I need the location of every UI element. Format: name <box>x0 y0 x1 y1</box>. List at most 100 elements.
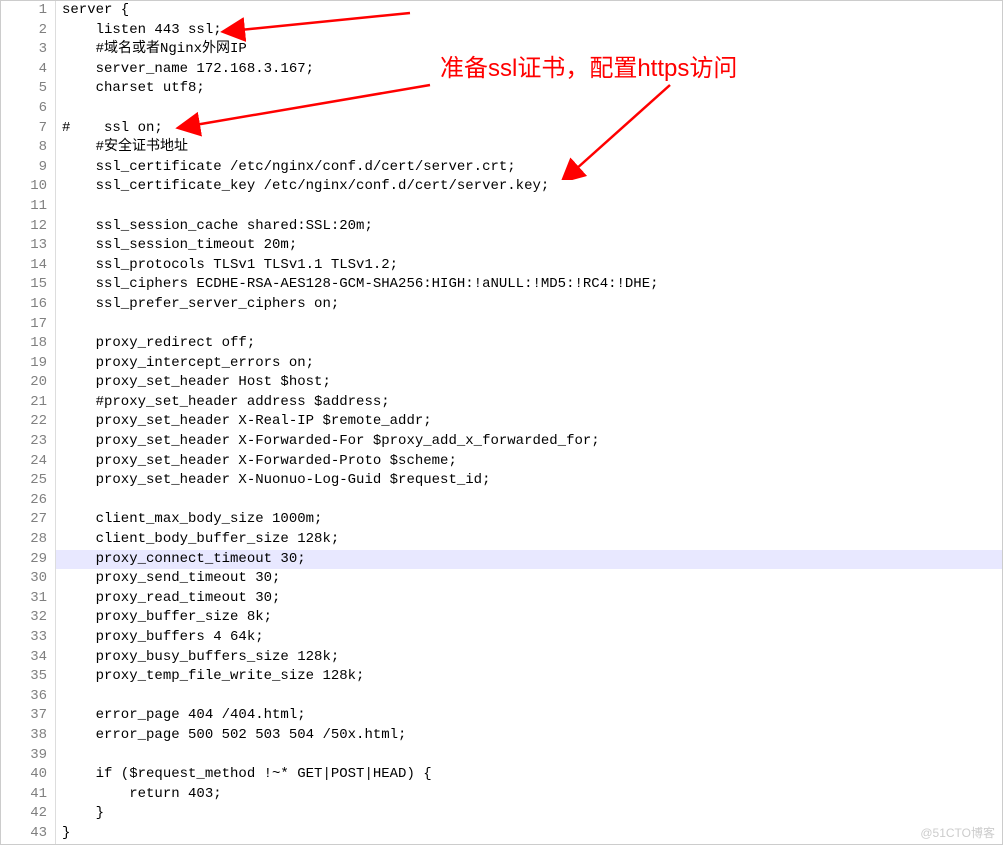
code-line[interactable]: 16 ssl_prefer_server_ciphers on; <box>1 295 1002 315</box>
code-text[interactable] <box>56 746 62 766</box>
code-text[interactable]: ssl_certificate /etc/nginx/conf.d/cert/s… <box>56 158 516 178</box>
code-text[interactable]: ssl_session_cache shared:SSL:20m; <box>56 217 373 237</box>
line-number: 15 <box>1 275 56 295</box>
code-line[interactable]: 4 server_name 172.168.3.167; <box>1 60 1002 80</box>
code-line[interactable]: 37 error_page 404 /404.html; <box>1 706 1002 726</box>
code-line[interactable]: 7# ssl on; <box>1 119 1002 139</box>
code-line[interactable]: 27 client_max_body_size 1000m; <box>1 510 1002 530</box>
code-text[interactable] <box>56 315 62 335</box>
code-text[interactable]: #安全证书地址 <box>56 138 188 158</box>
code-text[interactable]: proxy_temp_file_write_size 128k; <box>56 667 364 687</box>
code-line[interactable]: 14 ssl_protocols TLSv1 TLSv1.1 TLSv1.2; <box>1 256 1002 276</box>
code-line[interactable]: 24 proxy_set_header X-Forwarded-Proto $s… <box>1 452 1002 472</box>
code-text[interactable]: proxy_redirect off; <box>56 334 255 354</box>
line-number: 8 <box>1 138 56 158</box>
code-line[interactable]: 22 proxy_set_header X-Real-IP $remote_ad… <box>1 412 1002 432</box>
code-editor[interactable]: 1server {2 listen 443 ssl;3 #域名或者Nginx外网… <box>0 0 1003 845</box>
code-text[interactable]: client_max_body_size 1000m; <box>56 510 322 530</box>
code-line[interactable]: 36 <box>1 687 1002 707</box>
code-line[interactable]: 11 <box>1 197 1002 217</box>
line-number: 22 <box>1 412 56 432</box>
code-line[interactable]: 30 proxy_send_timeout 30; <box>1 569 1002 589</box>
code-line[interactable]: 19 proxy_intercept_errors on; <box>1 354 1002 374</box>
code-text[interactable]: proxy_send_timeout 30; <box>56 569 280 589</box>
line-number: 17 <box>1 315 56 335</box>
code-line[interactable]: 41 return 403; <box>1 785 1002 805</box>
code-text[interactable]: proxy_buffer_size 8k; <box>56 608 272 628</box>
code-text[interactable]: error_page 500 502 503 504 /50x.html; <box>56 726 406 746</box>
code-text[interactable]: ssl_prefer_server_ciphers on; <box>56 295 339 315</box>
code-text[interactable]: proxy_set_header X-Nuonuo-Log-Guid $requ… <box>56 471 490 491</box>
code-line[interactable]: 38 error_page 500 502 503 504 /50x.html; <box>1 726 1002 746</box>
line-number: 5 <box>1 79 56 99</box>
code-text[interactable]: #proxy_set_header address $address; <box>56 393 390 413</box>
code-text[interactable] <box>56 491 62 511</box>
code-text[interactable]: proxy_read_timeout 30; <box>56 589 280 609</box>
code-text[interactable]: ssl_protocols TLSv1 TLSv1.1 TLSv1.2; <box>56 256 398 276</box>
line-number: 30 <box>1 569 56 589</box>
line-number: 32 <box>1 608 56 628</box>
code-line[interactable]: 23 proxy_set_header X-Forwarded-For $pro… <box>1 432 1002 452</box>
code-line[interactable]: 25 proxy_set_header X-Nuonuo-Log-Guid $r… <box>1 471 1002 491</box>
code-text[interactable]: } <box>56 804 104 824</box>
code-line[interactable]: 8 #安全证书地址 <box>1 138 1002 158</box>
code-line[interactable]: 39 <box>1 746 1002 766</box>
code-line[interactable]: 40 if ($request_method !~* GET|POST|HEAD… <box>1 765 1002 785</box>
code-line[interactable]: 32 proxy_buffer_size 8k; <box>1 608 1002 628</box>
code-text[interactable]: charset utf8; <box>56 79 205 99</box>
line-number: 13 <box>1 236 56 256</box>
line-number: 3 <box>1 40 56 60</box>
code-line[interactable]: 31 proxy_read_timeout 30; <box>1 589 1002 609</box>
code-line[interactable]: 33 proxy_buffers 4 64k; <box>1 628 1002 648</box>
code-line[interactable]: 2 listen 443 ssl; <box>1 21 1002 41</box>
code-line[interactable]: 29 proxy_connect_timeout 30; <box>1 550 1002 570</box>
code-text[interactable]: error_page 404 /404.html; <box>56 706 306 726</box>
code-text[interactable]: client_body_buffer_size 128k; <box>56 530 339 550</box>
code-line[interactable]: 43} <box>1 824 1002 844</box>
code-text[interactable]: ssl_ciphers ECDHE-RSA-AES128-GCM-SHA256:… <box>56 275 659 295</box>
code-line[interactable]: 3 #域名或者Nginx外网IP <box>1 40 1002 60</box>
code-line[interactable]: 12 ssl_session_cache shared:SSL:20m; <box>1 217 1002 237</box>
code-text[interactable]: proxy_set_header X-Forwarded-Proto $sche… <box>56 452 457 472</box>
code-line[interactable]: 6 <box>1 99 1002 119</box>
code-text[interactable]: ssl_certificate_key /etc/nginx/conf.d/ce… <box>56 177 549 197</box>
code-text[interactable]: } <box>56 824 70 844</box>
code-line[interactable]: 15 ssl_ciphers ECDHE-RSA-AES128-GCM-SHA2… <box>1 275 1002 295</box>
code-line[interactable]: 34 proxy_busy_buffers_size 128k; <box>1 648 1002 668</box>
code-text[interactable]: server_name 172.168.3.167; <box>56 60 314 80</box>
code-text[interactable]: #域名或者Nginx外网IP <box>56 40 247 60</box>
code-text[interactable]: proxy_set_header Host $host; <box>56 373 331 393</box>
code-text[interactable]: proxy_set_header X-Forwarded-For $proxy_… <box>56 432 600 452</box>
code-line[interactable]: 26 <box>1 491 1002 511</box>
code-text[interactable]: proxy_busy_buffers_size 128k; <box>56 648 339 668</box>
code-line[interactable]: 17 <box>1 315 1002 335</box>
line-number: 20 <box>1 373 56 393</box>
code-line[interactable]: 35 proxy_temp_file_write_size 128k; <box>1 667 1002 687</box>
code-text[interactable] <box>56 687 62 707</box>
code-line[interactable]: 10 ssl_certificate_key /etc/nginx/conf.d… <box>1 177 1002 197</box>
code-text[interactable]: proxy_buffers 4 64k; <box>56 628 264 648</box>
code-text[interactable]: proxy_intercept_errors on; <box>56 354 314 374</box>
code-text[interactable]: proxy_set_header X-Real-IP $remote_addr; <box>56 412 432 432</box>
code-text[interactable]: ssl_session_timeout 20m; <box>56 236 297 256</box>
code-text[interactable]: server { <box>56 1 129 21</box>
code-line[interactable]: 18 proxy_redirect off; <box>1 334 1002 354</box>
code-line[interactable]: 13 ssl_session_timeout 20m; <box>1 236 1002 256</box>
line-number: 1 <box>1 1 56 21</box>
code-line[interactable]: 20 proxy_set_header Host $host; <box>1 373 1002 393</box>
code-text[interactable] <box>56 197 62 217</box>
code-text[interactable]: if ($request_method !~* GET|POST|HEAD) { <box>56 765 432 785</box>
code-text[interactable] <box>56 99 62 119</box>
code-line[interactable]: 21 #proxy_set_header address $address; <box>1 393 1002 413</box>
code-line[interactable]: 28 client_body_buffer_size 128k; <box>1 530 1002 550</box>
code-text[interactable]: proxy_connect_timeout 30; <box>56 550 306 570</box>
line-number: 40 <box>1 765 56 785</box>
code-line[interactable]: 1server { <box>1 1 1002 21</box>
code-text[interactable]: return 403; <box>56 785 222 805</box>
code-line[interactable]: 5 charset utf8; <box>1 79 1002 99</box>
code-line[interactable]: 42 } <box>1 804 1002 824</box>
line-number: 31 <box>1 589 56 609</box>
code-line[interactable]: 9 ssl_certificate /etc/nginx/conf.d/cert… <box>1 158 1002 178</box>
code-text[interactable]: listen 443 ssl; <box>56 21 222 41</box>
code-text[interactable]: # ssl on; <box>56 119 163 139</box>
